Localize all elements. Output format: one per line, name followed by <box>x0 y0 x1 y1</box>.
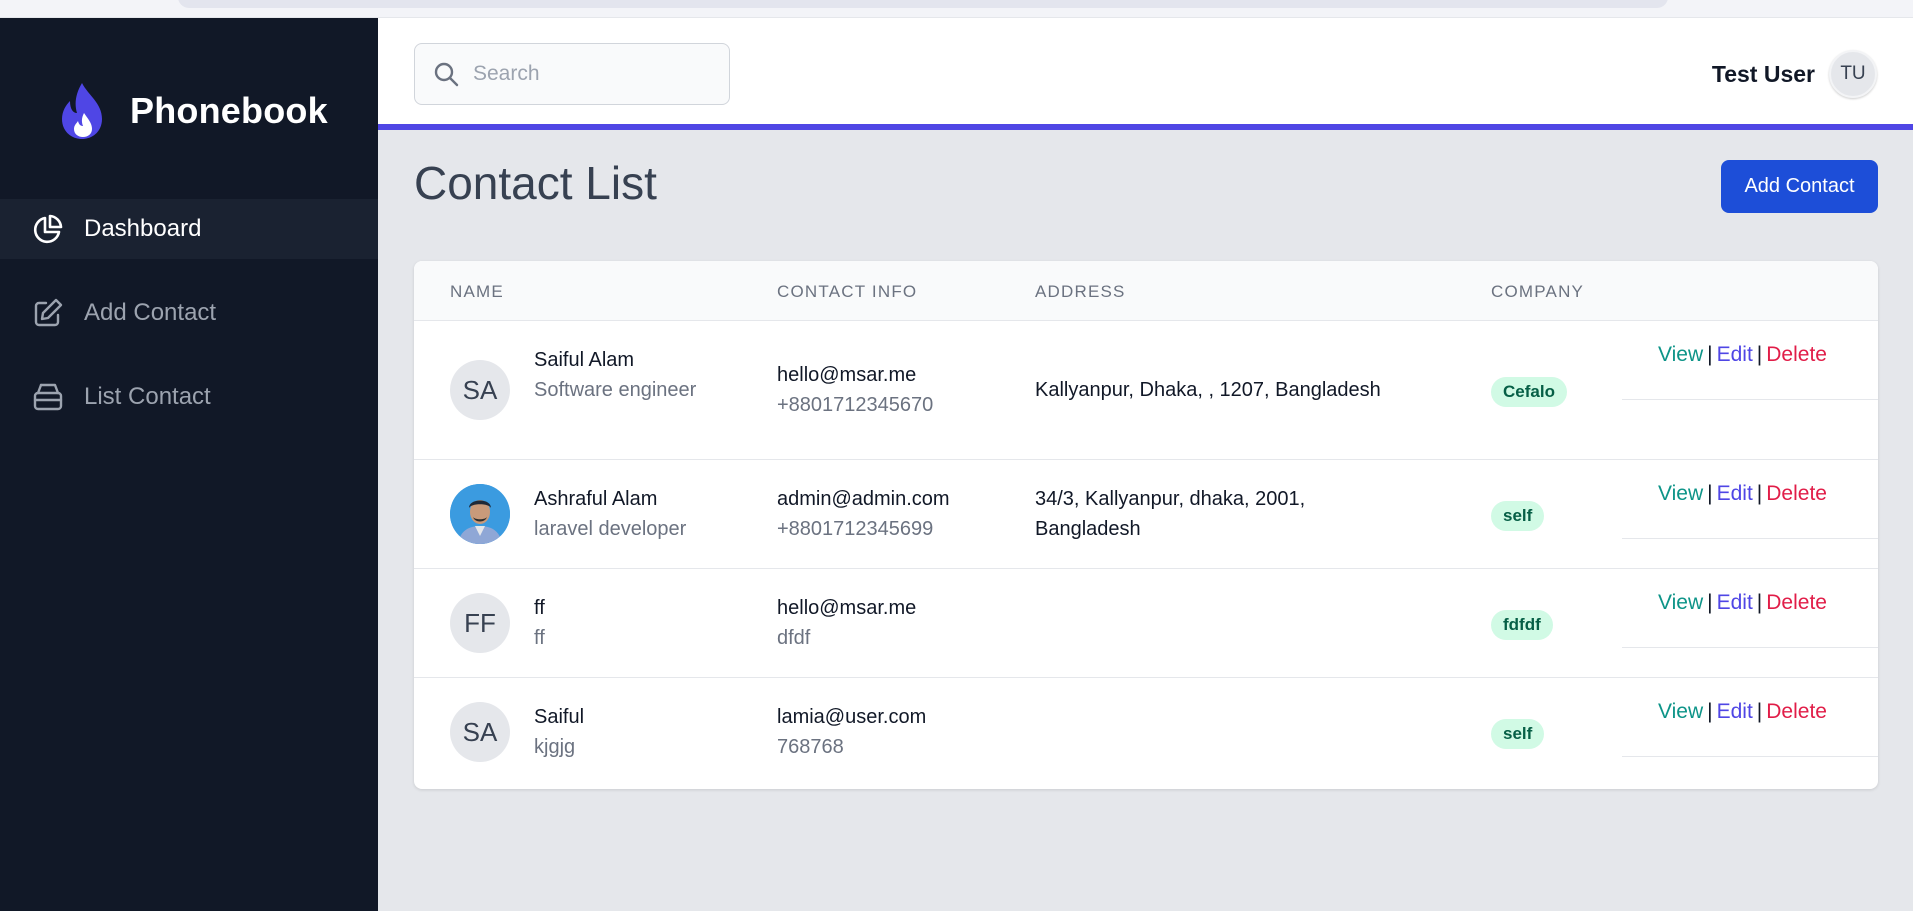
flame-logo-icon <box>62 83 102 139</box>
contact-email: hello@msar.me <box>777 597 917 619</box>
name-cell: ff ff <box>534 593 734 653</box>
view-link[interactable]: View <box>1658 700 1703 723</box>
delete-link[interactable]: Delete <box>1766 700 1827 723</box>
contact-phone: dfdf <box>777 627 811 649</box>
contact-phone: +8801712345670 <box>777 394 934 416</box>
contact-phone: 768768 <box>777 736 844 758</box>
user-menu[interactable]: Test User TU <box>1712 50 1877 98</box>
top-header: Test User TU <box>378 18 1913 130</box>
sidebar-item-label: Dashboard <box>84 215 202 242</box>
action-separator: | <box>1707 591 1713 614</box>
row-actions: View | Edit | Delete <box>1622 569 1878 648</box>
name-cell: Saiful kjgjg <box>534 702 734 762</box>
delete-link[interactable]: Delete <box>1766 343 1827 366</box>
action-separator: | <box>1707 700 1713 723</box>
avatar: SA <box>450 360 510 420</box>
search-input[interactable] <box>473 62 713 86</box>
view-link[interactable]: View <box>1658 482 1703 505</box>
avatar <box>450 484 510 544</box>
sidebar-item-label: List Contact <box>84 383 211 410</box>
contact-name: Ashraful Alam <box>534 488 658 510</box>
row-actions: View | Edit | Delete <box>1622 678 1878 757</box>
address-bar-remnant <box>178 0 1668 8</box>
contact-name: Saiful Alam <box>534 349 635 371</box>
archive-icon <box>32 381 64 413</box>
contact-email: hello@msar.me <box>777 364 917 386</box>
contact-name: ff <box>534 597 545 619</box>
company-badge: Cefalo <box>1491 377 1567 407</box>
page-title: Contact List <box>414 157 657 209</box>
avatar: FF <box>450 593 510 653</box>
column-header-contact-info: Contact Info <box>777 282 918 301</box>
action-separator: | <box>1707 343 1713 366</box>
sidebar-nav: Dashboard Add Contact List Contact <box>0 199 378 451</box>
delete-link[interactable]: Delete <box>1766 482 1827 505</box>
user-name: Test User <box>1711 60 1815 87</box>
contact-name: Saiful <box>534 706 585 728</box>
name-cell: Ashraful Alam laravel developer <box>534 484 734 544</box>
edit-link[interactable]: Edit <box>1717 700 1753 723</box>
contact-email: admin@admin.com <box>777 488 950 510</box>
add-contact-button[interactable]: Add Contact <box>1721 160 1878 213</box>
sidebar-item-add-contact[interactable]: Add Contact <box>0 283 378 343</box>
search-icon <box>434 62 459 87</box>
search-box[interactable] <box>414 43 730 105</box>
edit-link[interactable]: Edit <box>1717 482 1753 505</box>
action-separator: | <box>1756 482 1763 505</box>
contact-title: kjgjg <box>534 736 576 758</box>
contact-info-cell: admin@admin.com +8801712345699 <box>777 484 950 544</box>
company-badge: fdfdf <box>1491 610 1553 640</box>
view-link[interactable]: View <box>1658 591 1703 614</box>
sidebar: Phonebook Dashboard Add Contact List Con… <box>0 18 378 911</box>
view-link[interactable]: View <box>1658 343 1703 366</box>
sidebar-item-list-contact[interactable]: List Contact <box>0 367 378 427</box>
action-separator: | <box>1756 591 1763 614</box>
table-row: SA Saiful Alam Software engineer hello@m… <box>414 321 1878 460</box>
contact-email: lamia@user.com <box>777 706 927 728</box>
name-cell: Saiful Alam Software engineer <box>534 345 734 405</box>
column-header-name: Name <box>450 282 504 301</box>
contact-title: laravel developer <box>534 518 687 540</box>
avatar: SA <box>450 702 510 762</box>
avatar[interactable]: TU <box>1829 50 1877 98</box>
contact-address: Kallyanpur, Dhaka, , 1207, Bangladesh <box>1035 379 1381 401</box>
contact-address: 34/3, Kallyanpur, dhaka, 2001, Banglades… <box>1035 488 1306 540</box>
sidebar-item-label: Add Contact <box>84 299 217 326</box>
column-header-address: Address <box>1035 282 1126 301</box>
company-badge: self <box>1491 501 1545 531</box>
app-name: Phonebook <box>130 90 328 131</box>
edit-icon <box>32 297 64 329</box>
edit-link[interactable]: Edit <box>1717 343 1753 366</box>
contact-info-cell: hello@msar.me dfdf <box>777 593 916 653</box>
action-separator: | <box>1707 482 1713 505</box>
row-actions: View | Edit | Delete <box>1622 460 1878 539</box>
profile-photo-icon <box>450 484 510 544</box>
contact-info-cell: lamia@user.com 768768 <box>777 702 926 762</box>
contact-info-cell: hello@msar.me +8801712345670 <box>777 360 933 420</box>
company-badge: self <box>1491 719 1545 749</box>
action-separator: | <box>1756 700 1763 723</box>
column-header-company: Company <box>1491 282 1585 301</box>
table-row: SA Saiful kjgjg lamia@user.com 768768 se… <box>414 678 1878 787</box>
delete-link[interactable]: Delete <box>1766 591 1827 614</box>
contact-phone: +8801712345699 <box>777 518 934 540</box>
edit-link[interactable]: Edit <box>1717 591 1753 614</box>
browser-top-strip <box>0 0 1913 18</box>
action-separator: | <box>1756 343 1763 366</box>
row-actions: View | Edit | Delete <box>1622 321 1878 400</box>
table-row: Ashraful Alam laravel developer admin@ad… <box>414 460 1878 569</box>
contact-title: Software engineer <box>534 379 697 401</box>
table-header: Name Contact Info Address Company <box>414 261 1878 321</box>
contact-table: Name Contact Info Address Company SA Sai… <box>414 261 1878 789</box>
sidebar-item-dashboard[interactable]: Dashboard <box>0 199 378 259</box>
brand[interactable]: Phonebook <box>58 76 328 146</box>
contact-title: ff <box>534 627 545 649</box>
pie-chart-icon <box>32 213 64 245</box>
table-row: FF ff ff hello@msar.me dfdf fdfdf View | E… <box>414 569 1878 678</box>
